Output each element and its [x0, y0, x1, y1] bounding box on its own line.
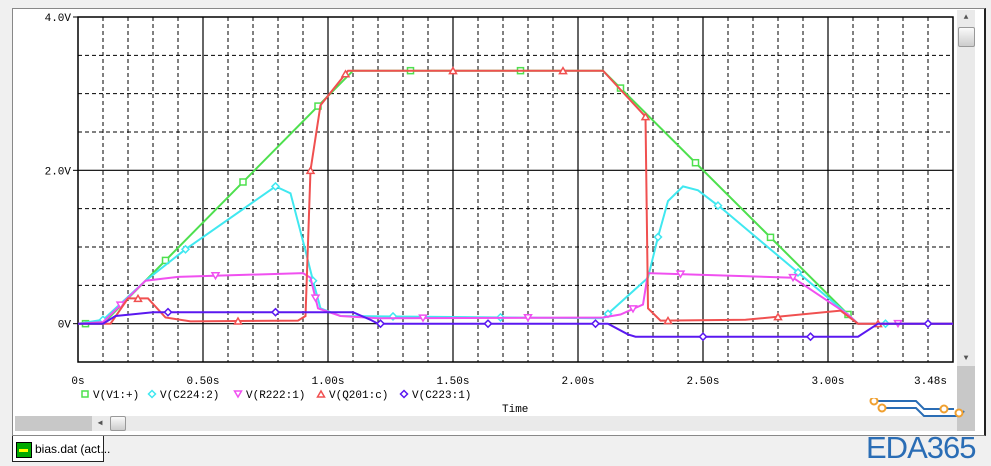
- legend-marker-v-q201-c: [316, 389, 326, 398]
- x-axis-label: Time: [502, 404, 528, 416]
- series-marker-v-v1: [239, 178, 247, 186]
- x-tick-label: 3.48s: [914, 376, 947, 388]
- legend-marker-v-r222-1: [233, 390, 243, 399]
- eda365-watermark: EDA365: [866, 430, 976, 465]
- x-tick-label: 2.50s: [686, 376, 719, 388]
- plot-area: [77, 16, 954, 363]
- x-tick-label: 0s: [71, 376, 84, 388]
- x-tick-label: 1.50s: [436, 376, 469, 388]
- horizontal-scroll-thumb[interactable]: [110, 416, 126, 431]
- legend-label-v-q201-c[interactable]: V(Q201:c): [329, 390, 388, 402]
- y-tick-label: 2.0V: [45, 166, 72, 178]
- y-tick-label: 0V: [58, 320, 72, 332]
- x-tick-label: 2.00s: [561, 376, 594, 388]
- vertical-scrollbar[interactable]: ▲ ▼: [957, 10, 975, 366]
- legend-label-v-c223-1[interactable]: V(C223:1): [412, 390, 471, 402]
- x-tick-label: 0.50s: [186, 376, 219, 388]
- legend-marker-v-c224-2: [147, 389, 157, 399]
- x-tick-label: 3.00s: [811, 376, 844, 388]
- eda365-logo-icon: [869, 398, 965, 418]
- series-marker-v-v1: [766, 233, 775, 242]
- scroll-up-arrow-icon[interactable]: ▲: [957, 10, 975, 26]
- legend-marker-v-c223-1: [399, 389, 409, 399]
- legend-label-v-v1[interactable]: V(V1:+): [93, 390, 139, 402]
- tab-bias-dat[interactable]: bias.dat (act...: [12, 436, 110, 462]
- y-tick-label: 4.0V: [45, 13, 72, 25]
- x-tick-label: 1.00s: [311, 376, 344, 388]
- scroll-down-arrow-icon[interactable]: ▼: [957, 352, 975, 366]
- scroll-area-left: [15, 416, 92, 431]
- series-marker-v-v1: [691, 158, 700, 167]
- horizontal-scrollbar[interactable]: ◀: [92, 416, 957, 431]
- waveform-file-icon: [16, 442, 32, 458]
- scroll-left-arrow-icon[interactable]: ◀: [92, 416, 108, 431]
- legend-marker-v-v1: [81, 390, 89, 398]
- waveform-chart[interactable]: 4.0V 2.0V 0V 0s 0.50s 1.00s 1.50s 2.00s 2.50s 3.0…: [0, 0, 991, 466]
- tab-label: bias.dat (act...: [35, 442, 111, 456]
- vertical-scroll-thumb[interactable]: [958, 27, 975, 47]
- legend-label-v-c224-2[interactable]: V(C224:2): [160, 390, 219, 402]
- legend-label-v-r222-1[interactable]: V(R222:1): [246, 390, 305, 402]
